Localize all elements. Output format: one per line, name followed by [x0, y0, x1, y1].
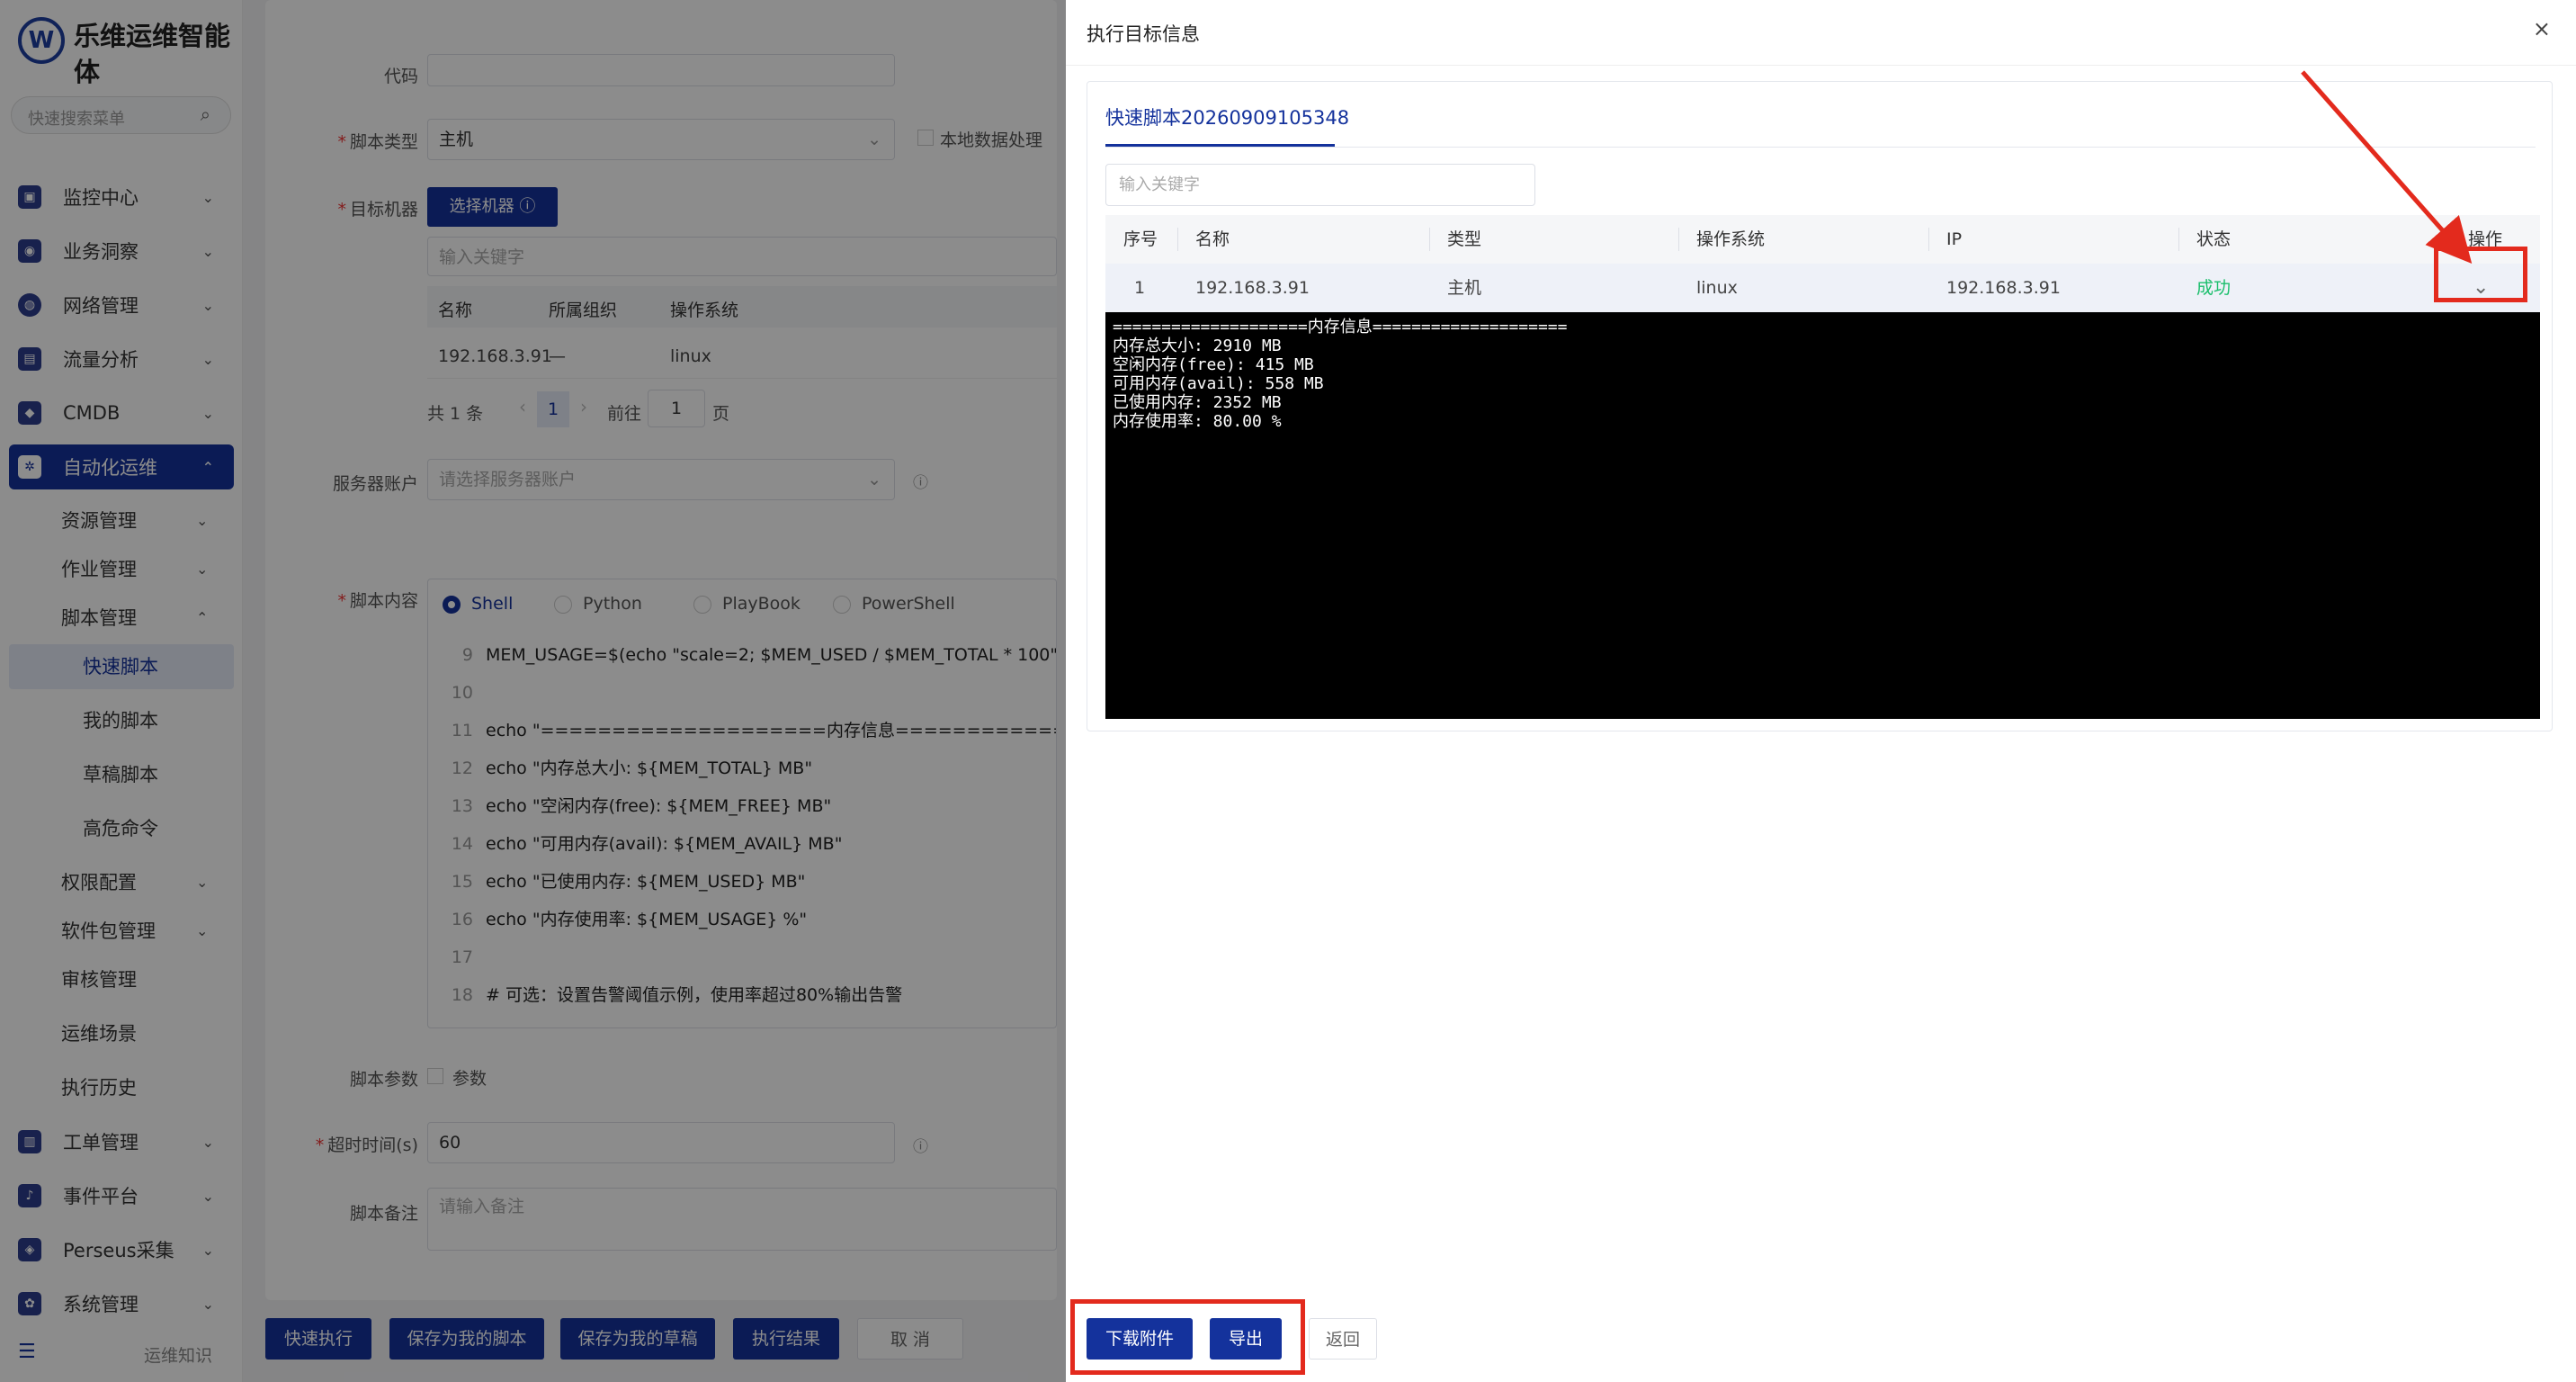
result-card: 快速脚本20260909105348 输入关键字 序号 名称 类型 操作系统 I…: [1087, 81, 2553, 731]
td-status: 成功: [2196, 278, 2232, 298]
header-separator: [1429, 228, 1430, 251]
terminal-line: 内存总大小: 2910 MB: [1113, 337, 1282, 355]
result-keyword-input[interactable]: 输入关键字: [1105, 164, 1535, 206]
th-os: 操作系统: [1696, 229, 1766, 249]
th-index: 序号: [1123, 229, 1158, 249]
th-type: 类型: [1447, 229, 1482, 249]
th-status: 状态: [2196, 229, 2232, 249]
result-table-header: 序号 名称 类型 操作系统 IP 状态 操作: [1105, 215, 2540, 264]
th-ip: IP: [1946, 229, 1963, 249]
td-type: 主机: [1447, 278, 1482, 298]
td-index: 1: [1134, 278, 1146, 298]
drawer-divider: [1066, 65, 2576, 66]
drawer-title: 执行目标信息: [1087, 23, 1200, 45]
highlight-expand-box: [2434, 247, 2527, 302]
th-name: 名称: [1195, 229, 1230, 249]
td-ip: 192.168.3.91: [1946, 278, 2061, 298]
terminal-line: 已使用内存: 2352 MB: [1113, 393, 1282, 412]
terminal-line: 空闲内存(free): 415 MB: [1113, 355, 1314, 374]
header-separator: [1678, 228, 1679, 251]
tab-bar-line: [1105, 147, 2536, 148]
target-info-drawer: 执行目标信息 × 快速脚本20260909105348 输入关键字 序号 名称 …: [1066, 0, 2576, 1382]
td-name: 192.168.3.91: [1195, 278, 1310, 298]
header-separator: [1928, 228, 1929, 251]
tab-active-indicator: [1105, 144, 1335, 147]
tab-quick-script[interactable]: 快速脚本20260909105348: [1105, 103, 1349, 130]
td-os: linux: [1696, 278, 1738, 298]
close-icon[interactable]: ×: [2533, 16, 2551, 41]
result-table-row[interactable]: 1 192.168.3.91 主机 linux 192.168.3.91 成功 …: [1105, 264, 2540, 312]
highlight-buttons-box: [1070, 1299, 1305, 1375]
terminal-line: 内存使用率: 80.00 %: [1113, 412, 1282, 431]
terminal-output: ====================内存信息================…: [1105, 312, 2540, 719]
header-separator: [1177, 228, 1178, 251]
terminal-line: ====================内存信息================…: [1113, 318, 1568, 337]
terminal-line: 可用内存(avail): 558 MB: [1113, 374, 1324, 393]
back-button[interactable]: 返回: [1309, 1318, 1377, 1360]
header-separator: [2178, 228, 2179, 251]
modal-overlay[interactable]: [0, 0, 1066, 1382]
